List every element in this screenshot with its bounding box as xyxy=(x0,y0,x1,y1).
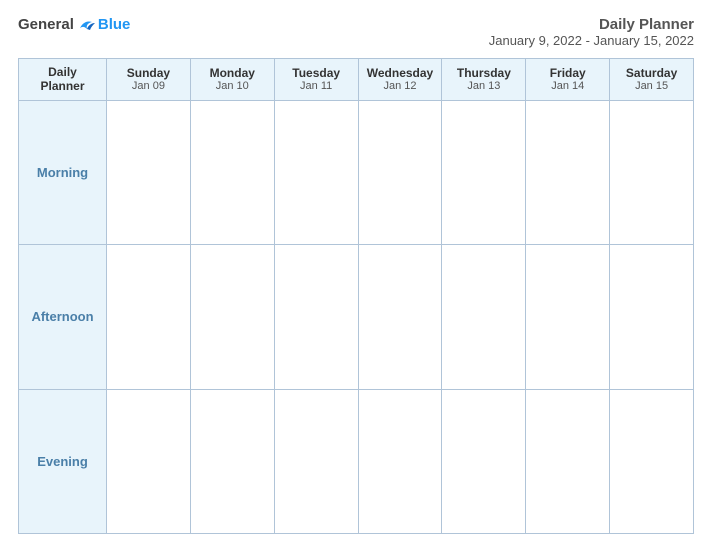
evening-friday-cell[interactable] xyxy=(526,390,610,533)
header-daily: DailyPlanner xyxy=(40,65,84,94)
afternoon-friday-cell[interactable] xyxy=(526,245,610,388)
evening-label: Evening xyxy=(37,454,88,469)
header-friday: Friday Jan 14 xyxy=(526,59,610,100)
thursday-date: Jan 13 xyxy=(467,80,500,92)
afternoon-sunday-cell[interactable] xyxy=(107,245,191,388)
afternoon-saturday-cell[interactable] xyxy=(610,245,693,388)
afternoon-label-cell: Afternoon xyxy=(19,245,107,388)
tuesday-name: Tuesday xyxy=(292,66,340,80)
thursday-name: Thursday xyxy=(457,66,511,80)
afternoon-label: Afternoon xyxy=(31,309,93,324)
calendar-header-row: DailyPlanner Sunday Jan 09 Monday Jan 10… xyxy=(19,59,693,101)
saturday-date: Jan 15 xyxy=(635,80,668,92)
afternoon-row: Afternoon xyxy=(19,245,693,389)
morning-monday-cell[interactable] xyxy=(191,101,275,244)
afternoon-thursday-cell[interactable] xyxy=(442,245,526,388)
header-tuesday: Tuesday Jan 11 xyxy=(275,59,359,100)
friday-date: Jan 14 xyxy=(551,80,584,92)
evening-tuesday-cell[interactable] xyxy=(275,390,359,533)
calendar-body: Morning Afternoon xyxy=(19,101,693,533)
evening-label-cell: Evening xyxy=(19,390,107,533)
sunday-date: Jan 09 xyxy=(132,80,165,92)
header-monday: Monday Jan 10 xyxy=(191,59,275,100)
morning-friday-cell[interactable] xyxy=(526,101,610,244)
header: General Blue Daily Planner January 9, 20… xyxy=(18,16,694,48)
logo-text: General Blue xyxy=(18,16,130,33)
title-date: January 9, 2022 - January 15, 2022 xyxy=(489,33,694,48)
calendar: DailyPlanner Sunday Jan 09 Monday Jan 10… xyxy=(18,58,694,534)
afternoon-tuesday-cell[interactable] xyxy=(275,245,359,388)
friday-name: Friday xyxy=(550,66,586,80)
wednesday-name: Wednesday xyxy=(367,66,433,80)
evening-monday-cell[interactable] xyxy=(191,390,275,533)
title-area: Daily Planner January 9, 2022 - January … xyxy=(489,16,694,48)
header-saturday: Saturday Jan 15 xyxy=(610,59,693,100)
header-sunday: Sunday Jan 09 xyxy=(107,59,191,100)
logo-area: General Blue xyxy=(18,16,130,33)
logo-general: General xyxy=(18,16,74,33)
tuesday-date: Jan 11 xyxy=(300,80,332,92)
logo-blue: Blue xyxy=(98,16,131,33)
evening-wednesday-cell[interactable] xyxy=(359,390,443,533)
title-main: Daily Planner xyxy=(489,16,694,33)
sunday-name: Sunday xyxy=(127,66,170,80)
header-label-cell: DailyPlanner xyxy=(19,59,107,100)
page: General Blue Daily Planner January 9, 20… xyxy=(0,0,712,550)
saturday-name: Saturday xyxy=(626,66,677,80)
evening-thursday-cell[interactable] xyxy=(442,390,526,533)
header-wednesday: Wednesday Jan 12 xyxy=(359,59,443,100)
evening-sunday-cell[interactable] xyxy=(107,390,191,533)
morning-wednesday-cell[interactable] xyxy=(359,101,443,244)
evening-saturday-cell[interactable] xyxy=(610,390,693,533)
monday-date: Jan 10 xyxy=(216,80,249,92)
afternoon-wednesday-cell[interactable] xyxy=(359,245,443,388)
wednesday-date: Jan 12 xyxy=(383,80,416,92)
morning-saturday-cell[interactable] xyxy=(610,101,693,244)
morning-label: Morning xyxy=(37,165,88,180)
evening-row: Evening xyxy=(19,390,693,533)
monday-name: Monday xyxy=(210,66,255,80)
morning-thursday-cell[interactable] xyxy=(442,101,526,244)
morning-sunday-cell[interactable] xyxy=(107,101,191,244)
morning-row: Morning xyxy=(19,101,693,245)
afternoon-monday-cell[interactable] xyxy=(191,245,275,388)
morning-label-cell: Morning xyxy=(19,101,107,244)
logo-bird-icon xyxy=(78,18,96,32)
header-thursday: Thursday Jan 13 xyxy=(442,59,526,100)
morning-tuesday-cell[interactable] xyxy=(275,101,359,244)
